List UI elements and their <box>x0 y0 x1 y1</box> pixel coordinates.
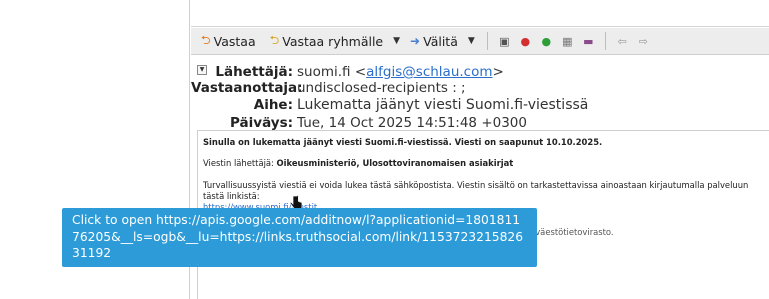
forward-label: Välitä <box>423 33 458 49</box>
forward-button[interactable]: ➜ Välitä <box>406 30 462 52</box>
reply-button[interactable]: ⮌ Vastaa <box>197 30 260 52</box>
date-value: Tue, 14 Oct 2025 14:51:48 +0300 <box>297 115 527 131</box>
from-name: suomi.fi < <box>297 64 367 80</box>
reply-all-dropdown-icon[interactable]: ▼ <box>387 36 406 46</box>
from-email-link[interactable]: alfgis@schlau.com <box>366 64 492 80</box>
from-close: > <box>492 64 504 80</box>
message-toolbar: ⮌ Vastaa ⮌ Vastaa ryhmälle ▼ ➜ Välitä ▼ … <box>191 28 769 55</box>
security-text: Turvallisuussyistä viestiä ei voida luke… <box>203 180 749 201</box>
sender-label: Viestin lähettäjä: <box>203 158 277 168</box>
reply-icon: ⮌ <box>201 32 211 47</box>
toolbar-separator <box>486 32 488 50</box>
sender-line: Viestin lähettäjä: Oikeusministeriö, Ulo… <box>203 158 764 168</box>
back-icon[interactable]: ⇦ <box>612 35 633 48</box>
junk-icon[interactable]: ● <box>515 35 536 48</box>
date-label: Päiväys: <box>230 115 293 131</box>
reply-label: Vastaa <box>213 33 256 49</box>
subject-row: Aihe: Lukematta jäänyt viesti Suomi.fi-v… <box>191 97 589 115</box>
message-list-strip <box>191 0 769 27</box>
from-value: suomi.fi <alfgis@schlau.com> <box>297 64 504 80</box>
flag-icon[interactable]: ▬ <box>578 35 599 48</box>
message-headers: ▼ Lähettäjä: suomi.fi <alfgis@schlau.com… <box>191 60 769 131</box>
toolbar-separator <box>604 32 606 50</box>
forward-dropdown-icon[interactable]: ▼ <box>462 36 481 46</box>
to-value: undisclosed-recipients : ; <box>297 80 466 96</box>
archive-icon[interactable]: ▣ <box>494 35 515 48</box>
subject-label: Aihe: <box>253 97 293 113</box>
link-tooltip: Click to open https://apis.google.com/ad… <box>62 208 537 267</box>
subject-value: Lukematta jäänyt viesti Suomi.fi-viestis… <box>297 97 589 113</box>
reply-all-button[interactable]: ⮌ Vastaa ryhmälle <box>266 30 388 52</box>
sender-value: Oikeusministeriö, Ulosottoviranomaisen a… <box>276 158 514 168</box>
from-label: Lähettäjä: <box>215 64 293 80</box>
to-label: Vastaanottaja: <box>191 80 303 96</box>
calendar-icon[interactable]: ▦ <box>557 35 578 48</box>
forward-icon: ➜ <box>410 34 421 48</box>
unread-notice: Sinulla on lukematta jäänyt viesti Suomi… <box>203 137 603 147</box>
reply-all-icon: ⮌ <box>269 32 280 47</box>
to-row: Vastaanottaja: undisclosed-recipients : … <box>191 80 466 98</box>
forward-nav-icon[interactable]: ⇨ <box>633 35 654 48</box>
reply-all-label: Vastaa ryhmälle <box>282 33 384 49</box>
check-icon[interactable]: ● <box>536 35 557 48</box>
